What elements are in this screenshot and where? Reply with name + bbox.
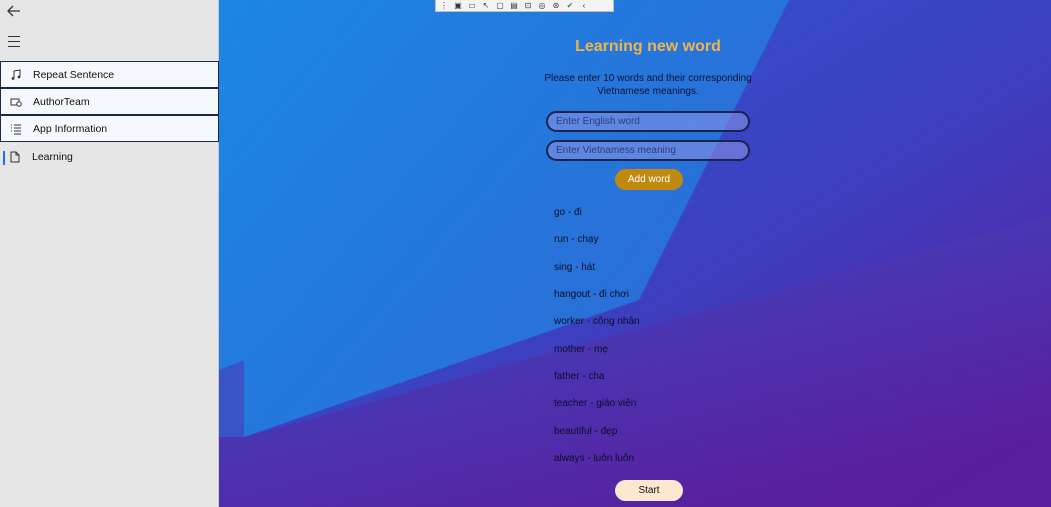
- nav-item-repeat-sentence[interactable]: Repeat Sentence: [0, 61, 219, 88]
- nav-item-label: Repeat Sentence: [33, 68, 115, 81]
- back-arrow-icon[interactable]: [6, 3, 22, 19]
- nav-item-learning[interactable]: Learning: [0, 143, 219, 170]
- list-item: teacher - giáo viên: [554, 398, 637, 410]
- hamburger-menu-icon[interactable]: [6, 33, 22, 49]
- list-item: sing - hát: [554, 261, 596, 273]
- list-item: worker - công nhân: [554, 316, 640, 328]
- nav-item-label: App Information: [33, 122, 108, 135]
- nav-item-app-information[interactable]: App Information: [0, 115, 219, 142]
- start-button[interactable]: Start: [615, 480, 683, 501]
- list-item: always - luôn luôn: [554, 453, 635, 465]
- list-item: go - đi: [554, 207, 582, 218]
- page-title: Learning new word: [575, 38, 721, 55]
- nav-item-label: AuthorTeam: [33, 95, 90, 108]
- add-word-button[interactable]: Add word: [615, 169, 683, 190]
- list-item: run - chạy: [554, 234, 599, 246]
- list-item: father - cha: [554, 371, 605, 383]
- nav-item-author-team[interactable]: AuthorTeam: [0, 88, 219, 115]
- word-list: go - đi run - chạy sing - hát hangout - …: [554, 207, 640, 480]
- nav-item-label: Learning: [32, 150, 73, 163]
- vietnamese-meaning-input[interactable]: [546, 140, 750, 161]
- navigation-pane: Repeat Sentence AuthorTeam App Informati…: [0, 0, 219, 507]
- list-item: mother - mẹ: [554, 343, 608, 355]
- list-item: hangout - đi chơi: [554, 289, 629, 301]
- instructions-text: Please enter 10 words and their correspo…: [544, 73, 752, 97]
- document-icon: [8, 150, 22, 164]
- main-content: ⋮ ▣ ▭ ↖ ▢ ▤ ⊡ ◎ ⊛ ✔ ‹ Learning new word …: [219, 0, 1051, 507]
- english-word-input[interactable]: [546, 111, 750, 132]
- list-icon: [9, 122, 23, 136]
- team-card-icon: [9, 95, 23, 109]
- list-item: beautiful - đẹp: [554, 425, 618, 437]
- music-notes-icon: [9, 68, 23, 82]
